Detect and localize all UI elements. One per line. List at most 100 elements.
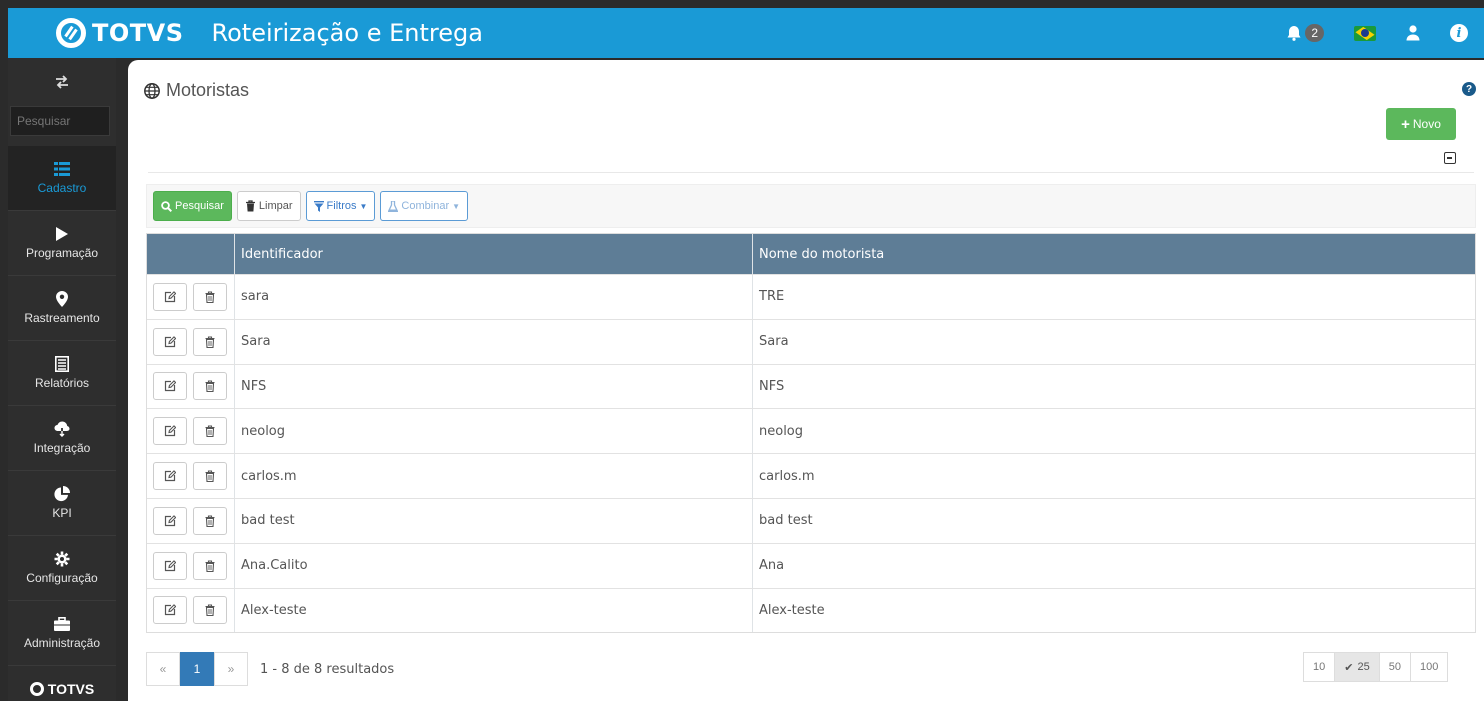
table-row: neolog neolog bbox=[147, 408, 1475, 454]
page-size-100[interactable]: 100 bbox=[1409, 652, 1449, 682]
sidebar: Cadastro Programação Rastreamento Relató… bbox=[8, 58, 116, 701]
info-button[interactable]: i bbox=[1450, 24, 1468, 42]
clear-button-label: Limpar bbox=[258, 200, 293, 212]
actions-column-header bbox=[147, 234, 235, 274]
cell-nome-motorista: Sara bbox=[759, 334, 789, 350]
delete-button[interactable] bbox=[193, 506, 227, 535]
edit-icon bbox=[164, 380, 176, 392]
top-bar: TOTVS Roteirização e Entrega 2 i bbox=[8, 8, 1484, 58]
search-button-label: Pesquisar bbox=[175, 200, 224, 212]
notifications-button[interactable]: 2 bbox=[1287, 24, 1324, 42]
table-row: Sara Sara bbox=[147, 318, 1475, 364]
filter-icon bbox=[313, 200, 324, 212]
filter-toolbar: Pesquisar Limpar Filtros ▼ Combinar ▼ bbox=[146, 184, 1476, 228]
table-row: Alex-teste Alex-teste bbox=[147, 587, 1475, 633]
edit-icon bbox=[164, 291, 176, 303]
drivers-table: Identificador Nome do motorista sara TRE S… bbox=[146, 233, 1476, 634]
delete-button[interactable] bbox=[193, 462, 227, 491]
cell-identificador: bad test bbox=[235, 498, 753, 543]
search-icon bbox=[161, 200, 172, 212]
row-actions bbox=[147, 588, 235, 633]
page-size-10[interactable]: 10 bbox=[1303, 652, 1336, 682]
sidebar-item-label: Programação bbox=[25, 246, 99, 260]
app-title: Roteirização e Entrega bbox=[211, 19, 483, 47]
cell-identificador: Sara bbox=[235, 319, 753, 364]
edit-button[interactable] bbox=[153, 327, 187, 356]
trash-icon bbox=[205, 560, 215, 572]
footer-logo: TOTVS bbox=[8, 681, 116, 697]
table-row: NFS NFS bbox=[147, 363, 1475, 409]
trash-icon bbox=[205, 291, 215, 303]
user-button[interactable] bbox=[1406, 25, 1420, 41]
sidebar-item-integracao[interactable]: Integração bbox=[8, 406, 116, 471]
pagination: « 1 » 1 - 8 de 8 resultados bbox=[146, 652, 394, 686]
combine-dropdown[interactable]: Combinar ▼ bbox=[380, 191, 469, 221]
language-button[interactable] bbox=[1354, 25, 1376, 41]
edit-icon bbox=[164, 559, 176, 572]
sidebar-toggle[interactable] bbox=[8, 58, 116, 106]
sidebar-search-input[interactable] bbox=[10, 106, 110, 136]
sidebar-item-label: Configuração bbox=[26, 571, 98, 585]
chevron-down-icon: ▼ bbox=[452, 201, 461, 211]
page-size-label: 100 bbox=[1419, 661, 1439, 673]
map-pin-icon bbox=[56, 291, 68, 307]
delete-button[interactable] bbox=[193, 551, 227, 580]
results-summary: 1 - 8 de 8 resultados bbox=[260, 661, 395, 677]
prev-page-button[interactable]: « bbox=[146, 652, 180, 686]
page-size-label: 25 bbox=[1357, 661, 1370, 673]
edit-button[interactable] bbox=[153, 596, 187, 625]
clear-button[interactable]: Limpar bbox=[236, 191, 301, 221]
sidebar-item-rastreamento[interactable]: Rastreamento bbox=[8, 276, 116, 341]
edit-button[interactable] bbox=[153, 506, 187, 535]
collapse-icon[interactable] bbox=[1444, 152, 1456, 164]
page-size-label: 10 bbox=[1313, 661, 1326, 673]
sidebar-item-label: Integração bbox=[33, 441, 91, 455]
totvs-logo-icon bbox=[56, 18, 86, 48]
cell-nome-motorista: neolog bbox=[759, 423, 804, 439]
help-icon[interactable]: ? bbox=[1462, 82, 1476, 96]
sidebar-item-label: KPI bbox=[52, 506, 72, 520]
sidebar-item-kpi[interactable]: KPI bbox=[8, 471, 116, 536]
sidebar-item-configuracao[interactable]: Configuração bbox=[8, 536, 116, 601]
cell-identificador: sara bbox=[235, 275, 753, 319]
edit-button[interactable] bbox=[153, 372, 187, 401]
column-header-nome[interactable]: Nome do motorista bbox=[753, 234, 1475, 274]
cell-identificador: Ana.Calito bbox=[235, 543, 753, 588]
edit-button[interactable] bbox=[153, 282, 187, 311]
sidebar-item-cadastro[interactable]: Cadastro bbox=[8, 146, 116, 211]
page-1-button[interactable]: 1 bbox=[180, 652, 214, 686]
delete-button[interactable] bbox=[193, 327, 227, 356]
sidebar-item-administracao[interactable]: Administração bbox=[8, 601, 116, 666]
row-actions bbox=[147, 319, 235, 364]
edit-button[interactable] bbox=[153, 551, 187, 580]
sidebar-item-relatorios[interactable]: Relatórios bbox=[8, 341, 116, 406]
sidebar-item-label: Relatórios bbox=[34, 376, 90, 390]
main-panel: Motoristas ? + Novo Pesquisar Limpar Fil… bbox=[128, 60, 1484, 701]
filters-label: Filtros bbox=[326, 200, 357, 212]
delete-button[interactable] bbox=[193, 417, 227, 446]
user-icon bbox=[1406, 25, 1420, 41]
briefcase-icon bbox=[54, 616, 70, 632]
delete-button[interactable] bbox=[193, 372, 227, 401]
trash-icon bbox=[205, 470, 215, 483]
totvs-logo[interactable]: TOTVS bbox=[56, 18, 184, 48]
page-size-50[interactable]: 50 bbox=[1378, 652, 1411, 682]
delete-button[interactable] bbox=[193, 282, 227, 311]
sidebar-item-label: Cadastro bbox=[37, 181, 87, 195]
cell-nome-motorista: Ana bbox=[759, 558, 785, 574]
column-header-identificador[interactable]: Identificador bbox=[235, 234, 753, 274]
new-button[interactable]: + Novo bbox=[1386, 108, 1456, 140]
delete-button[interactable] bbox=[193, 596, 227, 625]
brazil-flag-icon bbox=[1354, 25, 1376, 41]
filters-dropdown[interactable]: Filtros ▼ bbox=[305, 191, 376, 221]
edit-button[interactable] bbox=[153, 417, 187, 446]
page-size-25[interactable]: ✔ 25 bbox=[1334, 652, 1380, 682]
edit-button[interactable] bbox=[153, 462, 187, 491]
search-button[interactable]: Pesquisar bbox=[153, 191, 232, 221]
bell-icon bbox=[1287, 25, 1301, 41]
next-page-button[interactable]: » bbox=[214, 652, 248, 686]
table-row: Ana.Calito Ana bbox=[147, 542, 1475, 588]
sidebar-item-programacao[interactable]: Programação bbox=[8, 211, 116, 276]
cell-identificador: neolog bbox=[235, 409, 753, 454]
row-actions bbox=[147, 543, 235, 588]
